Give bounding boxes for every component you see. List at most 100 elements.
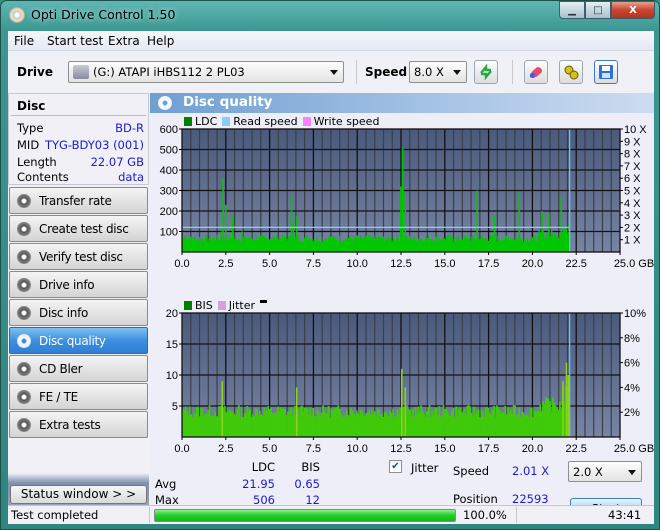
disc-icon	[17, 390, 31, 404]
menu-file[interactable]: File	[14, 34, 34, 48]
speed-select[interactable]: 8.0 X	[409, 61, 467, 83]
refresh-button[interactable]	[474, 60, 498, 84]
speed-readout-label: Speed	[453, 464, 490, 478]
divider	[516, 507, 517, 523]
spike-bar	[548, 213, 550, 252]
sidebar: Disc Type BD-R MID TYG-BDY03 (001) Length 2…	[8, 93, 149, 524]
progress-label: 100.0%	[463, 508, 507, 522]
nav-verify-test-disc[interactable]: Verify test disc	[9, 243, 148, 270]
status-text: Test completed	[11, 508, 99, 522]
test-speed-select[interactable]: 2.0 X	[568, 461, 642, 482]
x-tick-label: 12.5	[390, 258, 411, 270]
settings-icon	[564, 65, 579, 80]
y-tick-label: 300	[160, 186, 178, 198]
nav-cd-bler[interactable]: CD Bler	[9, 355, 148, 382]
drive-select-value: (G:) ATAPI iHBS112 2 PL03	[93, 65, 245, 79]
disc-icon	[17, 278, 31, 292]
save-button[interactable]	[594, 60, 618, 84]
disc-icon	[17, 194, 31, 208]
stats-avg-ldc: 21.95	[242, 477, 275, 491]
x-tick-label: 7.5	[306, 443, 321, 455]
y2-tick-label: 10 X	[624, 124, 647, 136]
speed-select-value: 8.0 X	[414, 65, 444, 79]
menu-help[interactable]: Help	[147, 34, 174, 48]
nav-extra-tests[interactable]: Extra tests	[9, 411, 148, 438]
disc-icon	[17, 306, 31, 320]
menu-bar: File Start test Extra Help	[8, 31, 654, 51]
ldc-chart: 100 200 300 400 500 600 1 X2 X3 X4 X5 X6 X7 X8…	[160, 124, 654, 270]
title-bar[interactable]: Opti Drive Control 1.50 ▁ □ X	[1, 1, 660, 31]
nav-disc-info[interactable]: Disc info	[9, 299, 148, 326]
y2-tick-label: 6 X	[624, 173, 641, 185]
x-tick-label: 5.0	[262, 443, 277, 455]
drive-select[interactable]: (G:) ATAPI iHBS112 2 PL03	[68, 61, 344, 83]
disc-contents-value: data	[118, 170, 144, 184]
menu-extra[interactable]: Extra	[108, 34, 140, 48]
jitter-checkbox[interactable]: ✔	[389, 460, 402, 473]
y2-tick-label: 2%	[624, 407, 640, 419]
x-tick-label: 12.5	[390, 443, 411, 455]
status-window-button[interactable]: Status window > >	[10, 485, 147, 504]
nav-drive-info[interactable]: Drive info	[9, 271, 148, 298]
disc-type-label: Type	[17, 121, 44, 135]
close-button[interactable]: X	[611, 1, 655, 19]
panel-title: Disc quality	[183, 94, 273, 110]
spike-bar	[220, 231, 223, 252]
minimize-button[interactable]: ▁	[559, 1, 585, 19]
disc-mid-value: TYG-BDY03 (001)	[44, 138, 144, 152]
window-title: Opti Drive Control 1.50	[31, 7, 176, 22]
disc-icon	[17, 362, 31, 376]
nav-label: Extra tests	[39, 418, 101, 432]
chevron-down-icon	[628, 470, 636, 475]
x-tick-label: 22.5	[565, 258, 586, 270]
disc-icon	[17, 334, 31, 348]
erase-button[interactable]	[524, 60, 548, 84]
x-tick-label: 2.5	[218, 258, 233, 270]
y-tick-label: 500	[160, 145, 178, 157]
spike-bar	[562, 381, 564, 437]
nav-fe-te[interactable]: FE / TE	[9, 383, 148, 410]
y2-tick-label: 4 X	[624, 198, 641, 210]
x-tick-label: 25.0 GB	[614, 443, 654, 455]
nav-label: Disc quality	[39, 334, 106, 348]
disc-length-value: 22.07 GB	[90, 155, 144, 169]
drive-label: Drive	[17, 65, 53, 79]
x-tick-label: 15.0	[434, 258, 455, 270]
y-tick-label: 10	[166, 370, 178, 382]
spike-bar	[518, 192, 520, 252]
y-tick-label: 5	[172, 401, 178, 413]
spike-bar	[241, 231, 244, 252]
stats-header-ldc: LDC	[251, 460, 275, 474]
menu-start-test[interactable]: Start test	[47, 34, 103, 48]
y-tick-label: 20	[166, 308, 178, 320]
y2-tick-label: 1 X	[624, 235, 641, 247]
y-tick-label: 15	[166, 339, 178, 351]
disc-length-label: Length	[17, 155, 57, 169]
status-bar: Test completed 100.0% 43:41	[8, 505, 654, 524]
test-speed-select-value: 2.0 X	[573, 465, 603, 479]
x-tick-label: 7.5	[306, 258, 321, 270]
panel-title-bar: Disc quality	[150, 93, 654, 113]
spike-bar	[295, 216, 298, 252]
nav-label: Verify test disc	[39, 250, 123, 264]
client-area: File Start test Extra Help Drive (G:) AT…	[8, 31, 654, 524]
nav-label: CD Bler	[39, 362, 83, 376]
x-tick-label: 17.5	[478, 258, 499, 270]
nav-create-test-disc[interactable]: Create test disc	[9, 215, 148, 242]
x-tick-label: 20.0	[522, 443, 543, 455]
settings-button[interactable]	[559, 60, 583, 84]
nav-disc-quality[interactable]: Disc quality	[9, 327, 148, 354]
spike-bar	[563, 229, 566, 252]
maximize-button[interactable]: □	[585, 1, 611, 19]
spike-bar	[221, 381, 224, 437]
position-value: 22593	[512, 492, 549, 506]
spike-bar	[290, 196, 293, 252]
spike-bar	[567, 375, 570, 437]
disc-icon	[17, 222, 31, 236]
nav-transfer-rate[interactable]: Transfer rate	[9, 187, 148, 214]
refresh-icon	[480, 64, 492, 80]
x-tick-label: 22.5	[565, 443, 586, 455]
y2-tick-label: 5 X	[624, 186, 641, 198]
progress-fill	[155, 510, 455, 521]
speed-label: Speed	[365, 65, 408, 79]
